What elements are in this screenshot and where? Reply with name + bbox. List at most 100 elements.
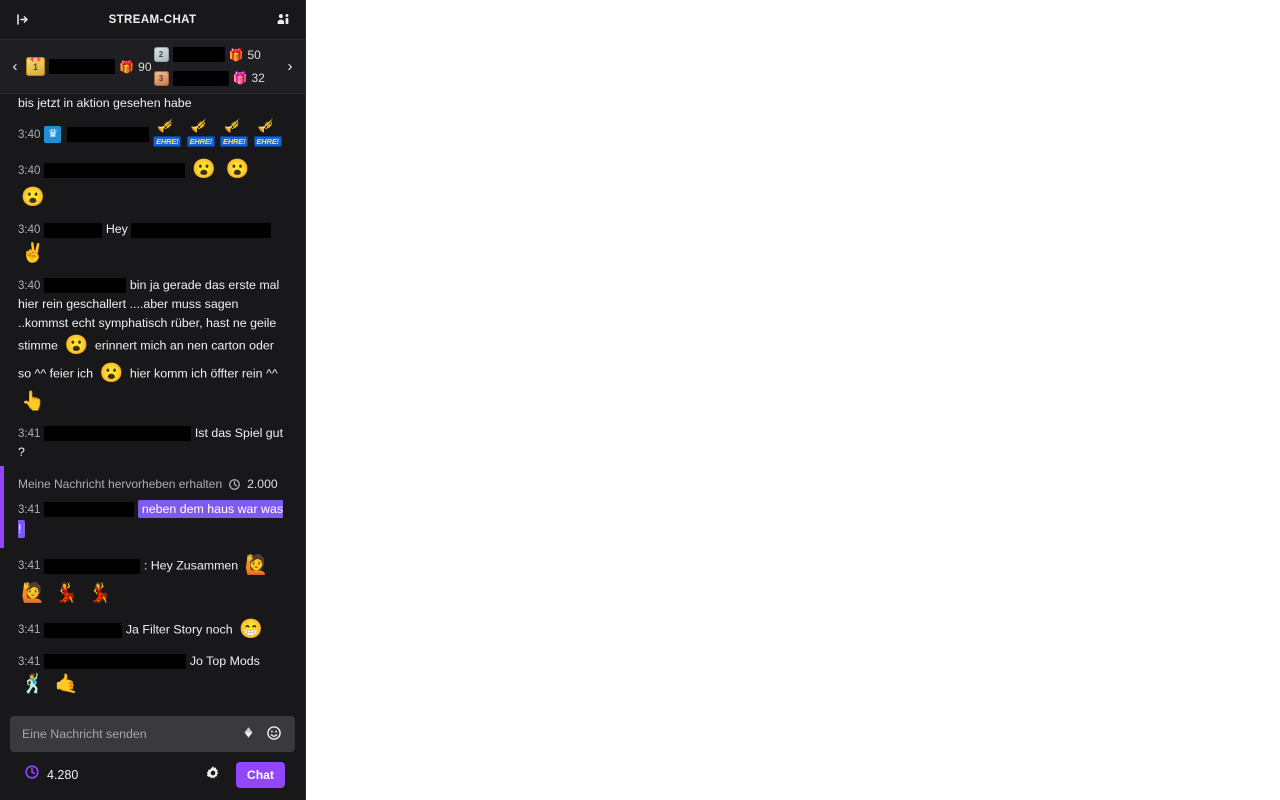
redacted-username bbox=[44, 162, 186, 178]
chat-message[interactable]: 3:41 Jo Top Mods 🕺 🤙 bbox=[0, 648, 305, 703]
highlighted-message-body: 3:41 neben dem haus war was ! bbox=[18, 497, 285, 544]
ehre-emote-word: EHRE! bbox=[153, 136, 182, 148]
redacted-username bbox=[44, 426, 192, 442]
redacted-username bbox=[44, 622, 123, 638]
channel-points-button[interactable]: 4.280 bbox=[20, 761, 82, 788]
gifter-count-1: 90 bbox=[138, 59, 152, 74]
chat-panel-title: STREAM-CHAT bbox=[108, 13, 197, 26]
gifters-next-button[interactable]: › bbox=[279, 45, 301, 89]
ehre-emote-top: 🎺 bbox=[257, 118, 274, 134]
message-text: bis jetzt in aktion gesehen habe bbox=[18, 96, 192, 110]
gifter-name-redacted-3 bbox=[172, 70, 229, 86]
chat-emote-icon[interactable]: 😁 bbox=[237, 616, 265, 644]
gifter-name-redacted-2 bbox=[172, 47, 225, 63]
redacted-username bbox=[44, 502, 135, 518]
chat-input-placeholder: Eine Nachricht senden bbox=[22, 727, 147, 741]
message-timestamp: 3:40 bbox=[18, 164, 41, 177]
chat-message[interactable]: 3:40 🎺 EHRE! 🎺 EHRE! 🎺 EHRE! 🎺 EHRE! bbox=[0, 116, 305, 152]
ehre-emote-word: EHRE! bbox=[186, 136, 215, 148]
stream-chat-panel: STREAM-CHAT ‹ 🎀 1 🎁 90 2 🎁 50 3 🎁 32 › b… bbox=[0, 0, 306, 800]
highlighted-chat-message[interactable]: Meine Nachricht hervorheben erhalten 2.00… bbox=[0, 465, 305, 549]
top-gifters-bar: ‹ 🎀 1 🎁 90 2 🎁 50 3 🎁 32 › bbox=[0, 40, 305, 94]
bits-diamond-icon bbox=[241, 725, 256, 743]
chat-message[interactable]: 3:40 😮 😮 😮 bbox=[0, 152, 305, 216]
highlight-reward-cost: 2.000 bbox=[247, 476, 278, 491]
gifters-prev-button[interactable]: ‹ bbox=[4, 45, 26, 89]
gift-icon: 🎁 bbox=[119, 59, 135, 74]
redacted-username bbox=[44, 558, 141, 574]
message-timestamp: 3:41 bbox=[18, 504, 41, 517]
chat-emote-icon[interactable]: 💃 bbox=[86, 580, 114, 608]
chat-composer: Eine Nachricht senden 4.280 Chat bbox=[0, 708, 305, 800]
ehre-emote-word: EHRE! bbox=[220, 136, 249, 148]
chat-emote-icon[interactable]: 🕺 bbox=[19, 671, 47, 699]
gifter-count-3: 32 bbox=[251, 71, 265, 86]
community-button[interactable] bbox=[271, 8, 295, 32]
chat-emote-icon[interactable]: 💃 bbox=[52, 580, 80, 608]
ehre-emote-icon[interactable]: 🎺 EHRE! bbox=[186, 118, 215, 148]
ehre-emote-word: EHRE! bbox=[253, 136, 282, 148]
chat-settings-button[interactable] bbox=[200, 762, 226, 788]
chat-message[interactable]: bis jetzt in aktion gesehen habe bbox=[0, 94, 305, 116]
ehre-emote-icon[interactable]: 🎺 EHRE! bbox=[153, 119, 182, 148]
redacted-username bbox=[44, 654, 187, 670]
emote-picker-button[interactable] bbox=[261, 721, 287, 747]
chat-emote-icon[interactable]: 😮 bbox=[190, 156, 218, 184]
chat-emote-icon[interactable]: 😮 bbox=[62, 332, 90, 360]
crown-badge-icon bbox=[44, 125, 62, 143]
chat-message-list[interactable]: bis jetzt in aktion gesehen habe 3:40 🎺 E… bbox=[0, 94, 305, 708]
gifter-entry-2[interactable]: 2 🎁 50 bbox=[153, 47, 280, 63]
gift-rank-3-icon: 3 bbox=[153, 70, 169, 86]
message-timestamp: 3:41 bbox=[18, 656, 41, 669]
collapse-right-icon bbox=[15, 12, 30, 27]
chat-emote-icon[interactable]: 👆 bbox=[19, 388, 47, 416]
chat-emote-icon[interactable]: 🙋 bbox=[243, 552, 271, 580]
gifter-name-redacted-1 bbox=[49, 59, 116, 74]
gift-icon: 🎁 bbox=[228, 47, 244, 62]
chat-emote-icon[interactable]: 😮 bbox=[19, 184, 47, 212]
message-timestamp: 3:41 bbox=[18, 624, 41, 637]
chat-message[interactable]: 3:41 : Hey Zusammen 🙋 🙋 💃 💃 bbox=[0, 548, 305, 612]
ehre-emote-top: 🎺 bbox=[190, 118, 207, 134]
channel-points-value: 4.280 bbox=[47, 767, 79, 782]
ehre-emote-icon[interactable]: 🎺 EHRE! bbox=[253, 118, 282, 148]
gifter-rank-2-number: 2 bbox=[158, 50, 164, 60]
message-timestamp: 3:41 bbox=[18, 560, 41, 573]
gift-rank-1-icon: 🎀 1 bbox=[26, 57, 45, 76]
highlight-reward-label: Meine Nachricht hervorheben erhalten bbox=[18, 476, 223, 491]
chat-emote-icon[interactable]: ✌️ bbox=[19, 240, 47, 268]
chat-emote-icon[interactable]: 😮 bbox=[97, 360, 125, 388]
ehre-emote-icon[interactable]: 🎺 EHRE! bbox=[220, 119, 249, 148]
chat-message[interactable]: 3:40 bin ja gerade das erste mal hier re… bbox=[0, 272, 305, 420]
gifter-rank-3-number: 3 bbox=[158, 73, 164, 83]
redacted-username bbox=[44, 278, 127, 294]
send-chat-button[interactable]: Chat bbox=[235, 761, 285, 788]
gifter-entry-3[interactable]: 3 🎁 32 bbox=[153, 70, 280, 86]
channel-points-icon bbox=[24, 764, 40, 785]
chat-message[interactable]: 3:40 Hey ✌️ bbox=[0, 216, 305, 271]
gifter-entry-1[interactable]: 🎀 1 🎁 90 bbox=[26, 57, 152, 76]
chat-header: STREAM-CHAT bbox=[0, 0, 305, 40]
chat-message[interactable]: 3:41 Ist das Spiel gut ? bbox=[0, 420, 305, 466]
gifter-rank-1-number: 1 bbox=[32, 61, 38, 72]
chat-input-box[interactable]: Eine Nachricht senden bbox=[10, 716, 295, 752]
bits-button[interactable] bbox=[235, 721, 261, 747]
gifters-list: 🎀 1 🎁 90 2 🎁 50 3 🎁 32 bbox=[26, 40, 279, 93]
chat-emote-icon[interactable]: 🤙 bbox=[52, 671, 80, 699]
message-text: Jo Top Mods bbox=[189, 654, 260, 669]
gift-rank-2-icon: 2 bbox=[153, 47, 169, 63]
collapse-chat-button[interactable] bbox=[10, 8, 34, 32]
chat-emote-icon[interactable]: 😮 bbox=[223, 156, 251, 184]
composer-actions: 4.280 Chat bbox=[10, 752, 295, 800]
message-text: Ja Filter Story noch bbox=[125, 622, 237, 637]
message-text: hier komm ich öffter rein ^^ bbox=[129, 366, 278, 381]
redacted-username bbox=[131, 222, 272, 238]
message-timestamp: 3:41 bbox=[18, 428, 41, 441]
chat-message[interactable]: 3:41 darf ich dir was zeigen was ich gez… bbox=[0, 703, 305, 708]
community-users-icon bbox=[276, 12, 291, 27]
redacted-username bbox=[66, 126, 149, 142]
chat-emote-icon[interactable]: 🙋 bbox=[19, 580, 47, 608]
emote-smiley-icon bbox=[266, 725, 282, 744]
chat-message[interactable]: 3:41 Ja Filter Story noch 😁 bbox=[0, 612, 305, 648]
message-timestamp: 3:40 bbox=[18, 279, 41, 292]
